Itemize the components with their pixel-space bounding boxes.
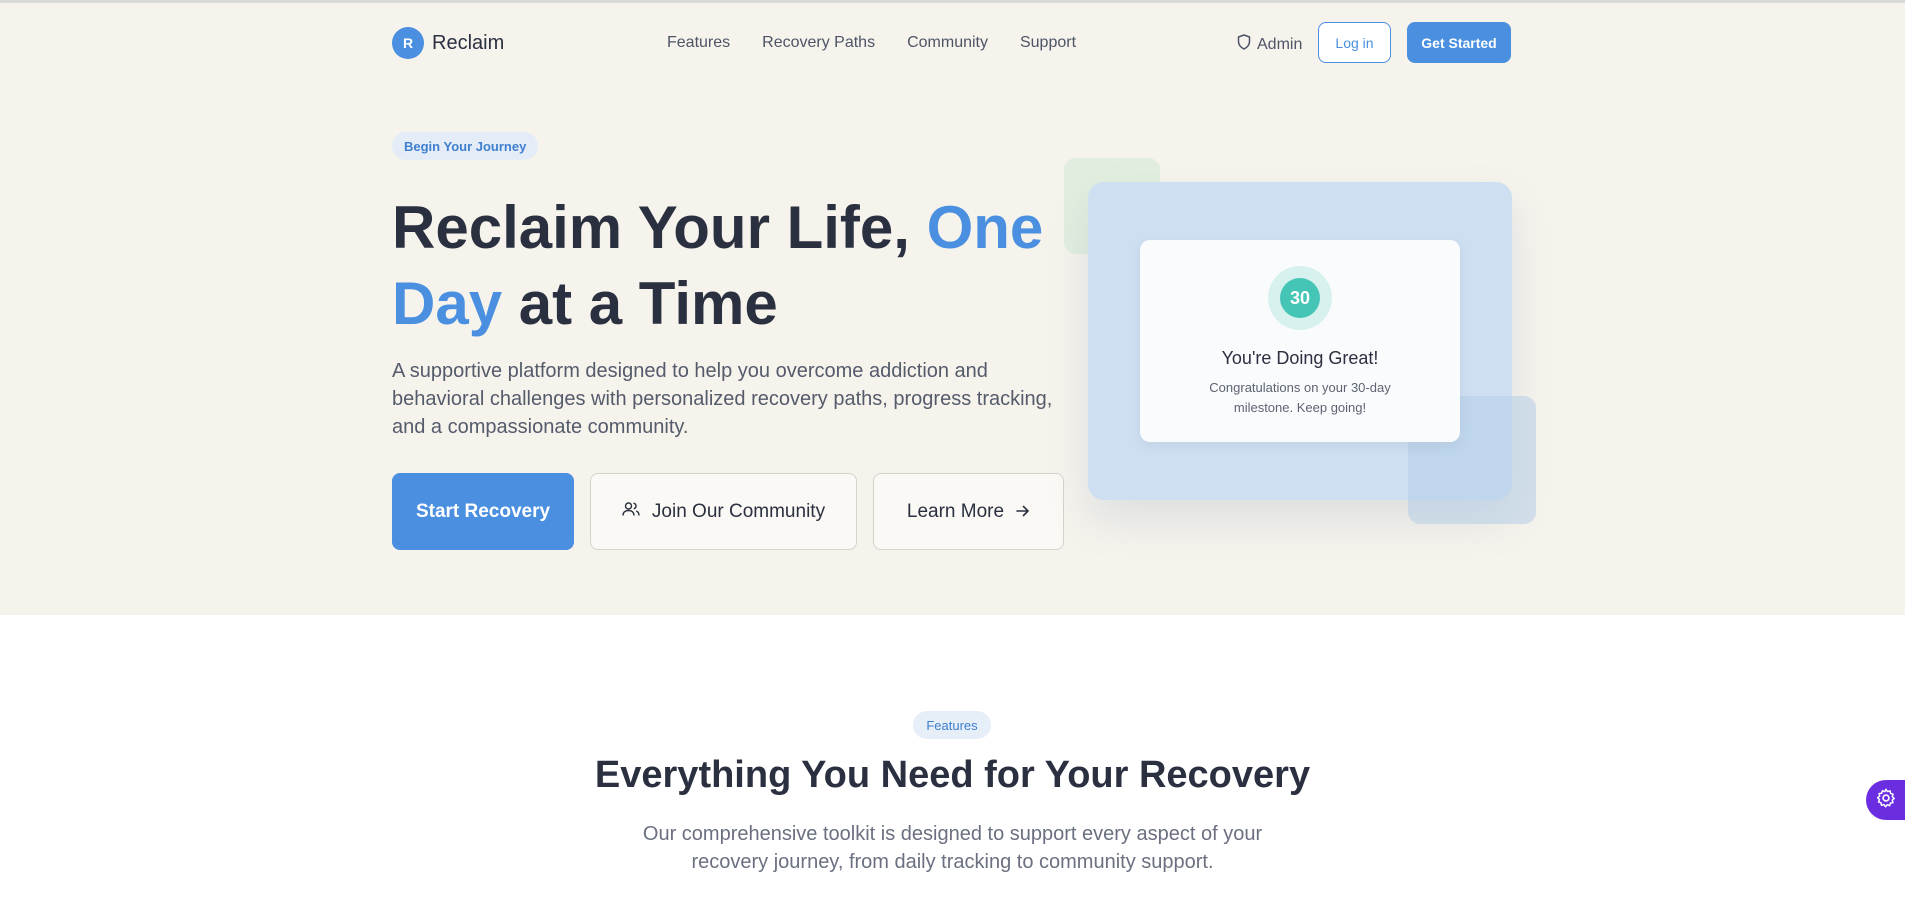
- join-community-label: Join Our Community: [651, 500, 826, 522]
- journey-badge: Begin Your Journey: [392, 132, 539, 160]
- hero-subtitle: A supportive platform designed to help y…: [392, 360, 1053, 438]
- logo-text[interactable]: Reclaim: [432, 32, 504, 55]
- logo-mark[interactable]: R: [392, 27, 424, 59]
- users-icon: [622, 501, 640, 523]
- milestone-text: Congratulations on your 30-day milestone…: [1209, 380, 1391, 415]
- start-recovery-label: Start Recovery: [415, 500, 551, 522]
- login-button[interactable]: Log in: [1318, 22, 1391, 63]
- milestone-card: 30 You're Doing Great! Congratulations o…: [1140, 240, 1460, 442]
- nav-community[interactable]: Community: [907, 34, 988, 52]
- arrow-right-icon: [1016, 501, 1030, 523]
- hero-headline: Reclaim Your Life, One Day at a Time: [392, 190, 1072, 342]
- admin-link[interactable]: Admin: [1237, 34, 1302, 55]
- join-community-button[interactable]: Join Our Community: [590, 473, 857, 550]
- features-title: Everything You Need for Your Recovery: [594, 754, 1311, 796]
- start-recovery-button[interactable]: Start Recovery: [392, 473, 574, 550]
- settings-gear-icon: [1875, 787, 1897, 814]
- settings-widget-button[interactable]: [1866, 780, 1905, 820]
- nav-features[interactable]: Features: [667, 34, 730, 52]
- learn-more-button[interactable]: Learn More: [873, 473, 1064, 550]
- features-subtitle: Our comprehensive toolkit is designed to…: [642, 823, 1263, 873]
- headline-part2: at a Time: [502, 270, 778, 337]
- milestone-title: You're Doing Great!: [1221, 348, 1379, 368]
- milestone-badge: 30: [1268, 266, 1332, 330]
- admin-label: Admin: [1257, 35, 1303, 53]
- features-badge: Features: [913, 711, 991, 739]
- shield-icon: [1237, 34, 1251, 55]
- milestone-days: 30: [1280, 278, 1320, 318]
- site-header: R Reclaim Features Recovery Paths Commun…: [392, 22, 1512, 64]
- nav-recovery-paths[interactable]: Recovery Paths: [762, 34, 875, 52]
- main-nav: Features Recovery Paths Community Suppor…: [667, 34, 1076, 52]
- get-started-button[interactable]: Get Started: [1407, 22, 1511, 63]
- nav-support[interactable]: Support: [1020, 34, 1076, 52]
- learn-more-label: Learn More: [906, 500, 1005, 522]
- headline-part1: Reclaim Your Life,: [392, 194, 927, 261]
- features-subtitle-wrap: Our comprehensive toolkit is designed to…: [0, 820, 1905, 876]
